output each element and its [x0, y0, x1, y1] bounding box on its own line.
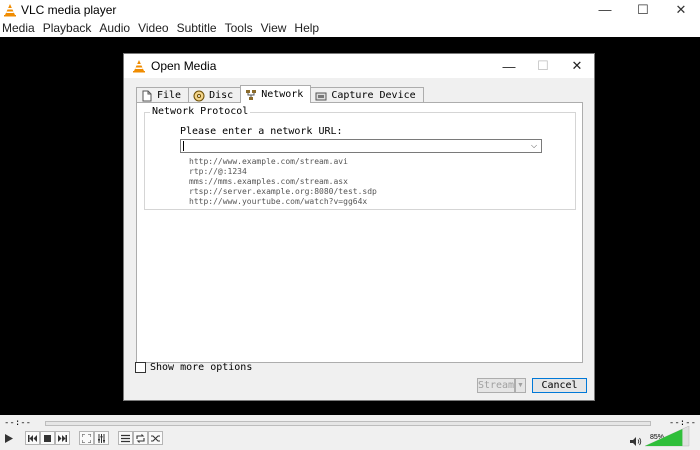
dialog-close-button[interactable]: ✕ — [560, 54, 594, 78]
shuffle-icon — [151, 434, 160, 442]
open-media-dialog: Open Media — ☐ ✕ File Disc Network Captu… — [123, 53, 595, 401]
maximize-button[interactable]: ☐ — [624, 0, 662, 19]
tab-file-label: File — [157, 90, 182, 101]
url-combobox[interactable]: ⌵ — [180, 139, 542, 153]
seek-bar[interactable] — [45, 421, 651, 426]
show-more-options[interactable]: Show more options — [135, 362, 252, 373]
tab-capture-device-label: Capture Device — [331, 90, 416, 101]
player-controls: --:-- --:-- 85% — [0, 415, 700, 450]
menu-bar: Media Playback Audio Video Subtitle Tool… — [0, 19, 700, 37]
text-caret — [183, 141, 184, 151]
menu-subtitle[interactable]: Subtitle — [175, 21, 219, 35]
group-title: Network Protocol — [150, 106, 251, 117]
play-button[interactable] — [3, 432, 15, 444]
speaker-icon[interactable] — [630, 436, 642, 447]
dialog-minimize-button[interactable]: — — [492, 54, 526, 78]
show-more-options-checkbox[interactable] — [135, 362, 146, 373]
menu-video[interactable]: Video — [136, 21, 170, 35]
file-icon — [142, 90, 152, 101]
dialog-titlebar: Open Media — ☐ ✕ — [124, 54, 594, 78]
url-prompt-label: Please enter a network URL: — [180, 126, 343, 137]
volume-slider-fill — [645, 429, 683, 446]
fullscreen-button[interactable] — [79, 431, 94, 445]
tab-network[interactable]: Network — [240, 85, 312, 103]
extended-settings-button[interactable] — [94, 431, 109, 445]
shuffle-button[interactable] — [148, 431, 163, 445]
network-tab-panel: Network Protocol Please enter a network … — [136, 102, 583, 363]
chevron-down-icon[interactable]: ⌵ — [527, 140, 541, 152]
menu-media[interactable]: Media — [0, 21, 37, 35]
disc-icon — [193, 90, 205, 101]
fullscreen-icon — [82, 433, 91, 443]
stop-button[interactable] — [40, 431, 55, 445]
skip-next-icon — [58, 434, 67, 442]
window-titlebar: VLC media player — ☐ ✕ — [0, 0, 700, 19]
playlist-icon — [121, 434, 130, 442]
network-icon — [246, 89, 257, 100]
next-button[interactable] — [55, 431, 70, 445]
menu-view[interactable]: View — [259, 21, 289, 35]
cancel-button[interactable]: Cancel — [532, 378, 587, 393]
vlc-cone-icon — [4, 3, 16, 16]
dialog-title: Open Media — [151, 59, 217, 73]
close-button[interactable]: ✕ — [662, 0, 700, 19]
playlist-button[interactable] — [118, 431, 133, 445]
window-title: VLC media player — [21, 2, 117, 17]
play-icon — [5, 433, 13, 443]
tab-capture-device[interactable]: Capture Device — [310, 87, 424, 103]
dialog-maximize-button: ☐ — [537, 58, 549, 73]
tab-file[interactable]: File — [136, 87, 190, 103]
url-examples: http://www.example.com/stream.avi rtp://… — [189, 157, 377, 207]
menu-playback[interactable]: Playback — [41, 21, 94, 35]
stream-dropdown-button: ▼ — [515, 378, 526, 393]
minimize-button[interactable]: — — [586, 0, 624, 19]
skip-previous-icon — [28, 434, 37, 442]
equalizer-icon — [98, 433, 105, 443]
vlc-cone-icon — [133, 60, 145, 73]
example-url: http://www.example.com/stream.avi — [189, 157, 348, 166]
capture-device-icon — [315, 92, 327, 100]
previous-button[interactable] — [25, 431, 40, 445]
stop-icon — [44, 434, 51, 442]
network-protocol-group: Network Protocol Please enter a network … — [144, 106, 576, 210]
volume-slider[interactable] — [645, 426, 690, 447]
stream-button: Stream — [477, 378, 515, 393]
menu-audio[interactable]: Audio — [97, 21, 132, 35]
example-url: http://www.yourtube.com/watch?v=gg64x — [189, 197, 368, 206]
tab-network-label: Network — [261, 89, 304, 100]
example-url: rtp://@:1234 — [189, 167, 247, 176]
elapsed-time: --:-- — [4, 418, 32, 428]
tab-bar: File Disc Network Capture Device — [136, 85, 424, 103]
loop-icon — [136, 433, 145, 443]
menu-help[interactable]: Help — [292, 21, 321, 35]
menu-tools[interactable]: Tools — [223, 21, 255, 35]
tab-disc[interactable]: Disc — [188, 87, 242, 103]
show-more-options-label: Show more options — [150, 362, 253, 373]
example-url: rtsp://server.example.org:8080/test.sdp — [189, 187, 377, 196]
url-input[interactable] — [181, 140, 525, 152]
tab-disc-label: Disc — [209, 90, 234, 101]
loop-button[interactable] — [133, 431, 148, 445]
example-url: mms://mms.examples.com/stream.asx — [189, 177, 348, 186]
